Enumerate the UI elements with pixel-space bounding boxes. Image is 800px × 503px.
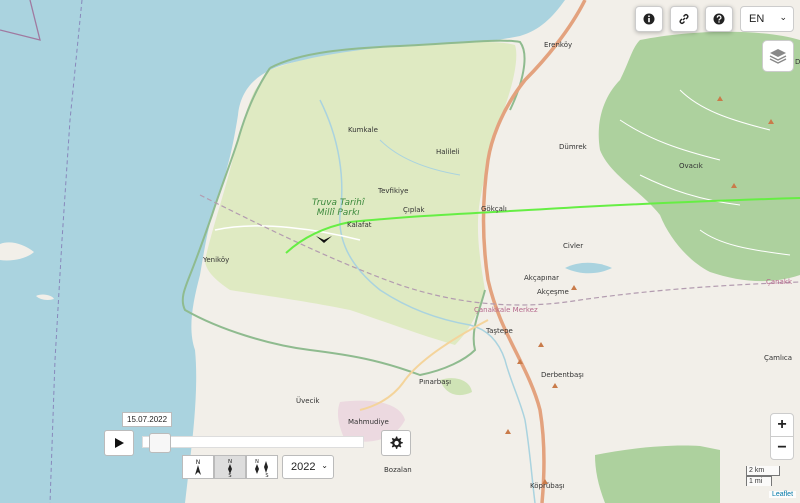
attribution-link[interactable]: Leaflet: [769, 491, 797, 498]
place-label-tevfikiye: Tevfikiye: [378, 187, 409, 195]
place-label-ciplak: Çıplak: [403, 206, 425, 214]
place-label-akcapinar: Akçapınar: [524, 274, 559, 282]
settings-button[interactable]: [381, 430, 411, 456]
info-icon: [643, 13, 655, 25]
gear-icon: [390, 436, 403, 449]
orientation-north-button[interactable]: N: [182, 455, 214, 479]
svg-text:S: S: [228, 473, 231, 477]
place-label-civler: Civler: [563, 242, 584, 250]
link-icon: [679, 14, 689, 24]
north-arrow-icon: N: [195, 459, 201, 475]
play-icon: [115, 438, 124, 448]
language-select[interactable]: EN ⌄: [740, 6, 794, 32]
chevron-down-icon: ⌄: [779, 12, 787, 22]
share-link-button[interactable]: [670, 6, 698, 32]
park-label: Truva Tarihî Millî Parkı: [312, 198, 364, 218]
place-label-kalafat: Kalafat: [347, 221, 372, 229]
place-label-bozalan: Bozalan: [384, 466, 412, 474]
svg-text:S: S: [265, 473, 268, 477]
svg-text:N: N: [196, 459, 201, 466]
compass-needle-icon: N S: [228, 459, 232, 477]
year-select[interactable]: 2022 ⌄: [282, 455, 334, 479]
scale-km: 2 km: [746, 466, 780, 476]
place-label-canakk: Çanakk: [766, 278, 793, 286]
place-label-d: D: [795, 58, 800, 66]
timeline-slider[interactable]: [142, 433, 364, 453]
info-button[interactable]: [635, 6, 663, 32]
place-label-tastepe: Taştepe: [486, 327, 513, 335]
timeline-date-label: 15.07.2022: [122, 412, 173, 427]
place-label-yenikoy: Yeniköy: [203, 256, 230, 264]
year-value: 2022: [291, 461, 316, 473]
double-compass-icon: N S: [255, 459, 269, 477]
timeline-slider-handle[interactable]: [149, 433, 171, 453]
place-label-canakkale-merkez: Çanakkale Merkez: [474, 306, 538, 314]
map-tiles: [0, 0, 800, 503]
scale-mi: 1 mi: [746, 476, 772, 486]
zoom-in-button[interactable]: +: [770, 413, 794, 437]
park-label-line1: Truva Tarihî: [312, 198, 365, 208]
zoom-out-button[interactable]: −: [770, 436, 794, 460]
language-value: EN: [749, 13, 765, 25]
place-label-camlica: Çamlıca: [764, 354, 793, 362]
place-label-uvecik: Üvecik: [296, 397, 320, 405]
chevron-down-icon: ⌄: [321, 461, 328, 470]
orientation-combined-button[interactable]: N S: [246, 455, 278, 479]
place-label-dumrek: Dümrek: [559, 143, 587, 151]
place-label-koprubasi: Köprübaşı: [530, 482, 565, 490]
place-label-ovacik: Ovacık: [679, 162, 703, 170]
place-label-halileli: Halileli: [436, 148, 460, 156]
place-label-akcesme: Akçeşme: [537, 288, 569, 296]
place-label-kumkale: Kumkale: [348, 126, 378, 134]
place-label-mahmudiye: Mahmudiye: [348, 418, 389, 426]
layers-button[interactable]: [762, 40, 794, 72]
map-canvas[interactable]: Erenköy Kumkale Halileli Dümrek Ovacık T…: [0, 0, 800, 503]
orientation-north-south-button[interactable]: N S: [214, 455, 246, 479]
help-icon: [713, 13, 725, 25]
svg-text:N: N: [255, 459, 259, 465]
play-button[interactable]: [104, 430, 134, 456]
place-label-pinarbasi: Pınarbaşı: [419, 378, 452, 386]
place-label-derbentbasi: Derbentbaşı: [541, 371, 584, 379]
help-button[interactable]: [705, 6, 733, 32]
place-label-erenkoy: Erenköy: [544, 41, 573, 49]
layers-icon: [769, 49, 787, 64]
place-label-gokcali: Gökçalı: [481, 205, 507, 213]
park-label-line2: Millî Parkı: [316, 208, 360, 218]
